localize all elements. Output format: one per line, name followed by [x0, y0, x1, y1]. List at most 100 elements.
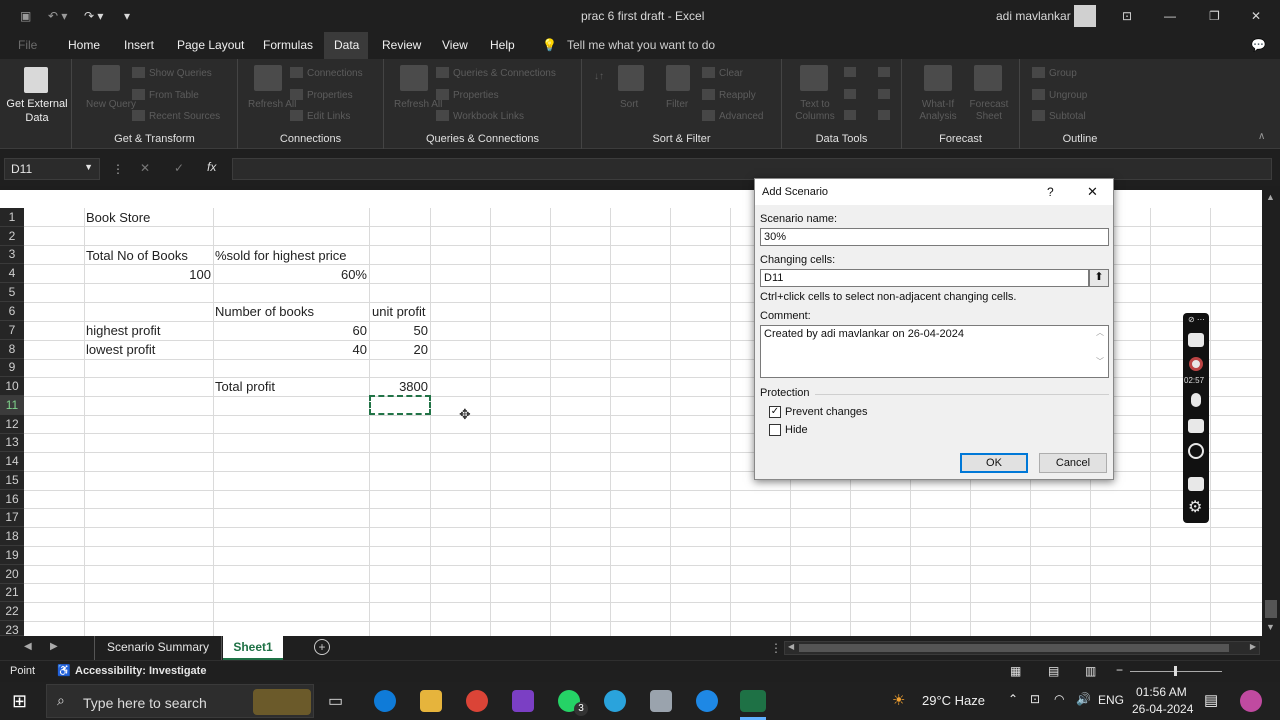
cell-c3[interactable]: %sold for highest price — [215, 246, 347, 265]
new-query-icon[interactable] — [92, 65, 120, 91]
comments-icon[interactable]: 💬 — [1251, 38, 1266, 52]
undo-icon[interactable]: ↶ ▾ — [48, 9, 67, 23]
horizontal-scroll-thumb[interactable] — [799, 644, 1229, 652]
user-name[interactable]: adi mavlankar — [996, 9, 1071, 23]
clock-time[interactable]: 01:56 AM — [1136, 685, 1187, 699]
scroll-thumb[interactable] — [1265, 600, 1277, 618]
prev-sheet-icon[interactable]: ◀ — [24, 641, 32, 652]
ok-button[interactable]: OK — [960, 453, 1028, 473]
row-header-22[interactable]: 22 — [0, 602, 24, 621]
row-header-6[interactable]: 6 — [0, 302, 24, 321]
prevent-changes-checkbox[interactable]: ✓ — [769, 406, 781, 418]
avatar[interactable] — [1074, 5, 1096, 27]
changing-cells-input[interactable]: D11 — [760, 269, 1089, 287]
close-icon[interactable]: ✕ — [1251, 9, 1261, 23]
tab-page-layout[interactable]: Page Layout — [177, 38, 244, 52]
workbook-links-button[interactable]: Workbook Links — [436, 110, 524, 122]
row-header-3[interactable]: 3 — [0, 245, 24, 264]
tab-insert[interactable]: Insert — [124, 38, 154, 52]
cell-c4[interactable]: 60% — [215, 265, 367, 284]
group-button[interactable]: Group — [1032, 67, 1077, 79]
page-break-view-icon[interactable]: ▥ — [1085, 664, 1096, 678]
get-external-data-button[interactable]: Get External Data — [4, 97, 70, 125]
tab-review[interactable]: Review — [382, 38, 421, 52]
row-header-2[interactable]: 2 — [0, 227, 24, 246]
connections-button[interactable]: Connections — [290, 67, 363, 79]
cell-d8[interactable]: 20 — [371, 340, 428, 359]
zoom-slider-thumb[interactable] — [1174, 666, 1177, 676]
filter-button[interactable]: Filter — [666, 99, 688, 110]
forecast-sheet-icon[interactable] — [974, 65, 1002, 91]
scroll-up-icon[interactable]: ▲ — [1266, 192, 1275, 202]
consolidate-icon[interactable] — [878, 67, 890, 77]
properties-button-2[interactable]: Properties — [436, 89, 499, 101]
external-data-icon[interactable] — [24, 67, 48, 93]
zoom-out-icon[interactable]: − — [1116, 663, 1123, 677]
screen-icon[interactable] — [1188, 477, 1204, 491]
collapse-dialog-icon[interactable]: ⬆ — [1089, 269, 1109, 287]
queries-connections-button[interactable]: Queries & Connections — [436, 67, 556, 79]
row-header-19[interactable]: 19 — [0, 546, 24, 565]
volume-icon[interactable]: 🔊 — [1076, 692, 1091, 706]
notifications-icon[interactable]: ▤ — [1204, 691, 1218, 709]
cell-c8[interactable]: 40 — [215, 340, 367, 359]
hide-label[interactable]: Hide — [785, 424, 808, 436]
ungroup-button[interactable]: Ungroup — [1032, 89, 1087, 101]
insert-function-icon[interactable]: fx — [207, 160, 216, 174]
row-header-8[interactable]: 8 — [0, 340, 24, 359]
row-header-10[interactable]: 10 — [0, 377, 24, 396]
sheet-tab-scenario-summary[interactable]: Scenario Summary — [94, 636, 222, 660]
tab-view[interactable]: View — [442, 38, 468, 52]
name-box[interactable]: D11 ▼ — [4, 158, 100, 180]
help-icon[interactable]: ? — [1047, 185, 1054, 199]
show-queries-button[interactable]: Show Queries — [132, 67, 212, 79]
recorder-menu-icon[interactable]: ⊘ ⋯ — [1188, 315, 1205, 324]
row-header-4[interactable]: 4 — [0, 264, 24, 283]
filter-icon[interactable] — [666, 65, 690, 91]
edge-icon[interactable] — [374, 690, 396, 712]
what-if-icon[interactable] — [924, 65, 952, 91]
sort-button[interactable]: Sort — [620, 99, 638, 110]
forecast-sheet-button[interactable]: Forecast Sheet — [966, 99, 1012, 123]
manage-data-model-icon[interactable] — [878, 110, 890, 120]
recent-sources-button[interactable]: Recent Sources — [132, 110, 220, 122]
row-header-21[interactable]: 21 — [0, 583, 24, 602]
subtotal-button[interactable]: Subtotal — [1032, 110, 1086, 122]
row-header-12[interactable]: 12 — [0, 415, 24, 434]
clear-button[interactable]: Clear — [702, 67, 743, 79]
enter-icon[interactable]: ✓ — [174, 161, 184, 175]
cell-b8[interactable]: lowest profit — [86, 340, 155, 359]
add-sheet-icon[interactable]: + — [314, 639, 330, 655]
redo-icon[interactable]: ↷ ▾ — [84, 9, 103, 23]
more-icon[interactable]: ⋮ — [112, 162, 124, 176]
sheet-tab-sheet1[interactable]: Sheet1 — [223, 636, 283, 660]
properties-button[interactable]: Properties — [290, 89, 353, 101]
sort-icon[interactable] — [618, 65, 644, 91]
network-icon[interactable]: ⊡ — [1030, 692, 1040, 706]
ribbon-display-icon[interactable]: ⊡ — [1122, 9, 1132, 23]
clock-date[interactable]: 26-04-2024 — [1132, 702, 1193, 716]
vertical-scrollbar[interactable]: ▲ ▼ — [1262, 190, 1280, 636]
tab-help[interactable]: Help — [490, 38, 515, 52]
flash-fill-icon[interactable] — [844, 67, 856, 77]
settings-gear-icon[interactable]: ⚙ — [1188, 497, 1202, 517]
scroll-down-icon[interactable]: ▼ — [1266, 622, 1275, 632]
cell-b7[interactable]: highest profit — [86, 321, 160, 340]
minimize-icon[interactable]: — — [1164, 9, 1176, 23]
cell-b4[interactable]: 100 — [86, 265, 211, 284]
refresh-all-icon-2[interactable] — [400, 65, 428, 91]
comment-scrollbar[interactable]: ︿ ﹀ — [1093, 327, 1107, 376]
prevent-changes-label[interactable]: Prevent changes — [785, 406, 868, 418]
text-to-columns-button[interactable]: Text to Columns — [792, 99, 838, 123]
snipping-tool-icon[interactable] — [650, 690, 672, 712]
next-sheet-icon[interactable]: ▶ — [50, 641, 58, 652]
edit-links-button[interactable]: Edit Links — [290, 110, 350, 122]
comment-textarea[interactable]: Created by adi mavlankar on 26-04-2024 — [760, 325, 1109, 378]
formula-input[interactable] — [232, 158, 1272, 180]
microphone-icon[interactable] — [1191, 393, 1201, 407]
tab-formulas[interactable]: Formulas — [263, 38, 313, 52]
weather-icon[interactable]: ☀ — [892, 691, 905, 709]
tab-file[interactable]: File — [18, 38, 37, 52]
selected-cell-d11[interactable] — [369, 395, 431, 415]
save-icon[interactable]: ▣ — [20, 9, 31, 23]
